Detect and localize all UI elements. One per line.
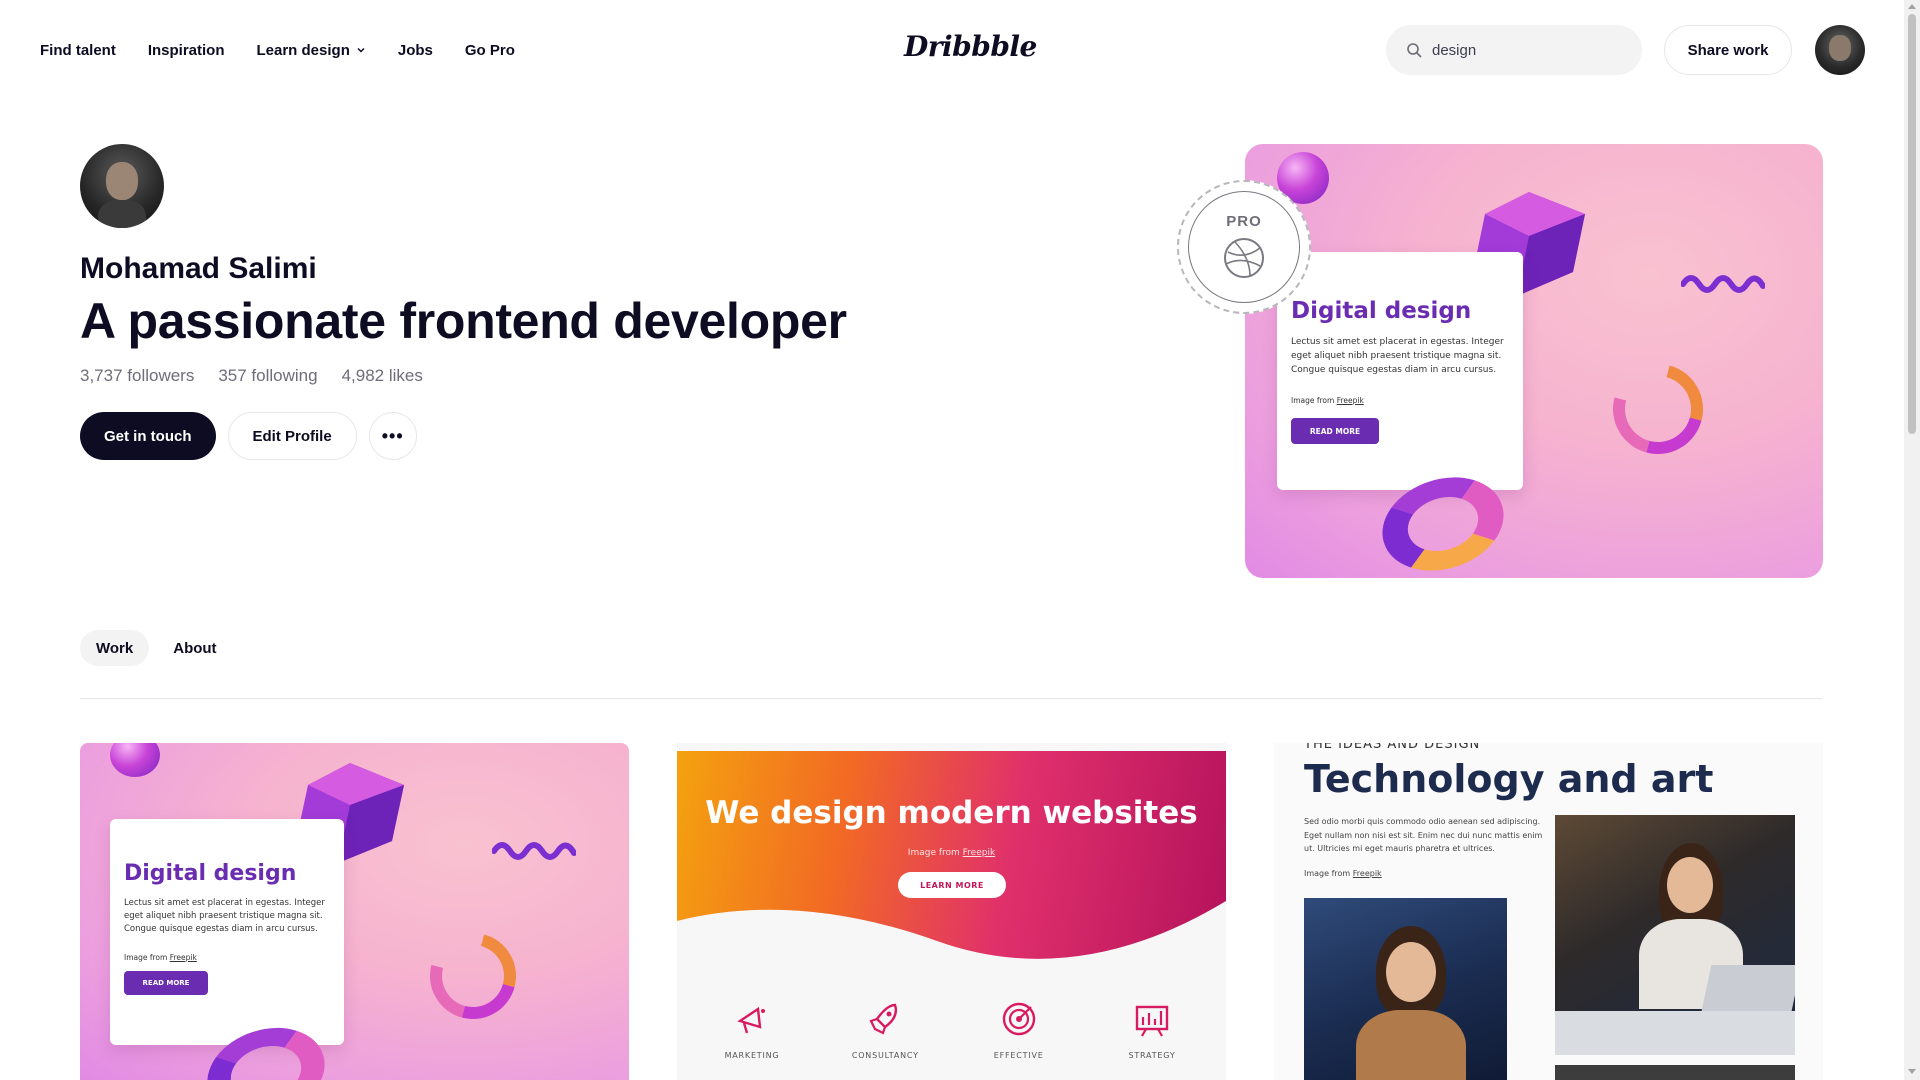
person-face xyxy=(1386,942,1436,1002)
feature-label: STRATEGY xyxy=(1128,1051,1176,1060)
profile-headline: A passionate frontend developer xyxy=(80,293,847,349)
credit-prefix: Image from xyxy=(907,848,963,858)
tech-text: Sed odio morbi quis commodo odio aenean … xyxy=(1304,817,1543,854)
shot-card-technology-art[interactable]: THE IDEAS AND DESIGN Technology and art … xyxy=(1274,743,1823,1080)
target-icon xyxy=(1002,1002,1035,1036)
arc-decoration xyxy=(1596,347,1720,471)
rocket-icon xyxy=(869,1003,898,1035)
search-input[interactable]: design xyxy=(1432,42,1476,59)
shot-inner-text: Lectus sit amet est placerat in egestas.… xyxy=(124,898,325,935)
nav-learn-design[interactable]: Learn design xyxy=(257,42,366,59)
main-nav: Find talent Inspiration Learn design Job… xyxy=(40,0,515,100)
followers-count[interactable]: 3,737 followers xyxy=(80,366,194,386)
wave-shape xyxy=(677,901,1226,981)
profile-name: Mohamad Salimi xyxy=(80,252,317,285)
megaphone-icon xyxy=(737,1006,765,1034)
featured-shot-card: Digital design Lectus sit amet est place… xyxy=(1277,252,1523,490)
shot-inner-credit: Image from Freepik xyxy=(124,953,197,962)
tab-about[interactable]: About xyxy=(157,630,232,666)
search-field[interactable]: design xyxy=(1386,25,1642,75)
tabs-divider xyxy=(80,698,1822,699)
feature-strategy: STRATEGY xyxy=(1107,999,1197,1060)
featured-shot-credit: Image from Freepik xyxy=(1291,396,1364,405)
pro-badge-label: PRO xyxy=(1226,212,1262,230)
credit-link: Freepik xyxy=(1352,869,1382,878)
nav-jobs[interactable]: Jobs xyxy=(398,42,433,59)
credit-link: Freepik xyxy=(169,953,197,962)
sphere-decoration xyxy=(110,743,160,777)
likes-count[interactable]: 4,982 likes xyxy=(342,366,423,386)
page-scrollbar[interactable] xyxy=(1904,0,1920,1080)
web-hero-banner: We design modern websites Image from Fre… xyxy=(677,751,1226,981)
shot-inner-title: Digital design xyxy=(124,861,297,886)
shot-card-modern-websites[interactable]: We design modern websites Image from Fre… xyxy=(677,743,1226,1080)
scroll-down-arrow[interactable] xyxy=(1908,1069,1916,1074)
profile-stats: 3,737 followers 357 following 4,982 like… xyxy=(80,366,423,386)
user-avatar[interactable] xyxy=(1815,25,1865,75)
tech-title: Technology and art xyxy=(1304,757,1714,801)
person-body xyxy=(1356,1010,1466,1080)
photo-woman-tablet xyxy=(1304,898,1507,1080)
dribbble-logo[interactable]: Dribbble xyxy=(904,30,1037,63)
credit-prefix: Image from xyxy=(124,953,170,962)
person-face xyxy=(1667,857,1713,913)
top-header: Find talent Inspiration Learn design Job… xyxy=(0,0,1904,100)
squiggle-decoration xyxy=(492,842,576,860)
web-hero-title: We design modern websites xyxy=(705,795,1198,831)
scroll-up-arrow[interactable] xyxy=(1908,4,1916,9)
edit-profile-button[interactable]: Edit Profile xyxy=(227,412,357,460)
arc-decoration xyxy=(414,917,532,1035)
profile-tabs: Work About xyxy=(80,630,233,666)
photo-strip xyxy=(1555,1065,1795,1080)
more-options-button[interactable]: ••• xyxy=(368,412,417,460)
shot-card-digital-design[interactable]: Digital design Lectus sit amet est place… xyxy=(80,743,629,1080)
credit-link: Freepik xyxy=(962,848,996,858)
featured-read-more-button: READ MORE xyxy=(1291,418,1379,444)
feature-label: CONSULTANCY xyxy=(851,1051,919,1060)
tech-subtitle: THE IDEAS AND DESIGN xyxy=(1304,743,1481,752)
nav-find-talent[interactable]: Find talent xyxy=(40,42,116,59)
feature-label: MARKETING xyxy=(724,1051,780,1060)
squiggle-decoration xyxy=(1681,275,1765,293)
following-count[interactable]: 357 following xyxy=(218,366,317,386)
profile-actions: Get in touch Edit Profile ••• xyxy=(80,412,417,460)
feature-marketing: MARKETING xyxy=(707,999,797,1060)
web-features: MARKETING CONSULTANCY EFFECTIVE STRATEGY xyxy=(707,999,1197,1060)
featured-shot[interactable]: Digital design Lectus sit amet est place… xyxy=(1245,144,1823,578)
feature-label: EFFECTIVE xyxy=(993,1051,1044,1060)
tab-work[interactable]: Work xyxy=(80,630,150,666)
get-in-touch-button[interactable]: Get in touch xyxy=(80,412,216,460)
web-hero-credit: Image from Freepik xyxy=(677,848,1226,858)
feature-consultancy: CONSULTANCY xyxy=(840,999,930,1060)
share-work-button[interactable]: Share work xyxy=(1664,25,1792,75)
nav-inspiration[interactable]: Inspiration xyxy=(148,42,225,59)
featured-shot-text: Lectus sit amet est placerat in egestas.… xyxy=(1291,337,1504,375)
chevron-down-icon xyxy=(357,47,365,53)
profile-avatar xyxy=(80,144,164,228)
shot-read-more-button: READ MORE xyxy=(124,971,208,995)
photo-woman-laptop xyxy=(1555,815,1795,1055)
nav-learn-design-label: Learn design xyxy=(256,41,350,59)
desk xyxy=(1555,1011,1795,1055)
credit-link: Freepik xyxy=(1336,396,1364,405)
scroll-thumb[interactable] xyxy=(1908,14,1916,434)
credit-prefix: Image from xyxy=(1304,869,1353,878)
shot-inner-card: Digital design Lectus sit amet est place… xyxy=(110,819,344,1045)
credit-prefix: Image from xyxy=(1291,396,1337,405)
chart-board-icon xyxy=(1135,1005,1169,1037)
featured-shot-title: Digital design xyxy=(1291,298,1472,324)
tech-credit: Image from Freepik xyxy=(1304,869,1382,878)
pro-badge-inner: PRO xyxy=(1188,191,1300,303)
feature-effective: EFFECTIVE xyxy=(974,999,1064,1060)
learn-more-button: LEARN MORE xyxy=(898,872,1006,898)
pro-badge: PRO xyxy=(1177,180,1311,314)
search-icon xyxy=(1407,43,1422,58)
nav-go-pro[interactable]: Go Pro xyxy=(465,42,515,59)
dribbble-ball-icon xyxy=(1224,237,1264,278)
